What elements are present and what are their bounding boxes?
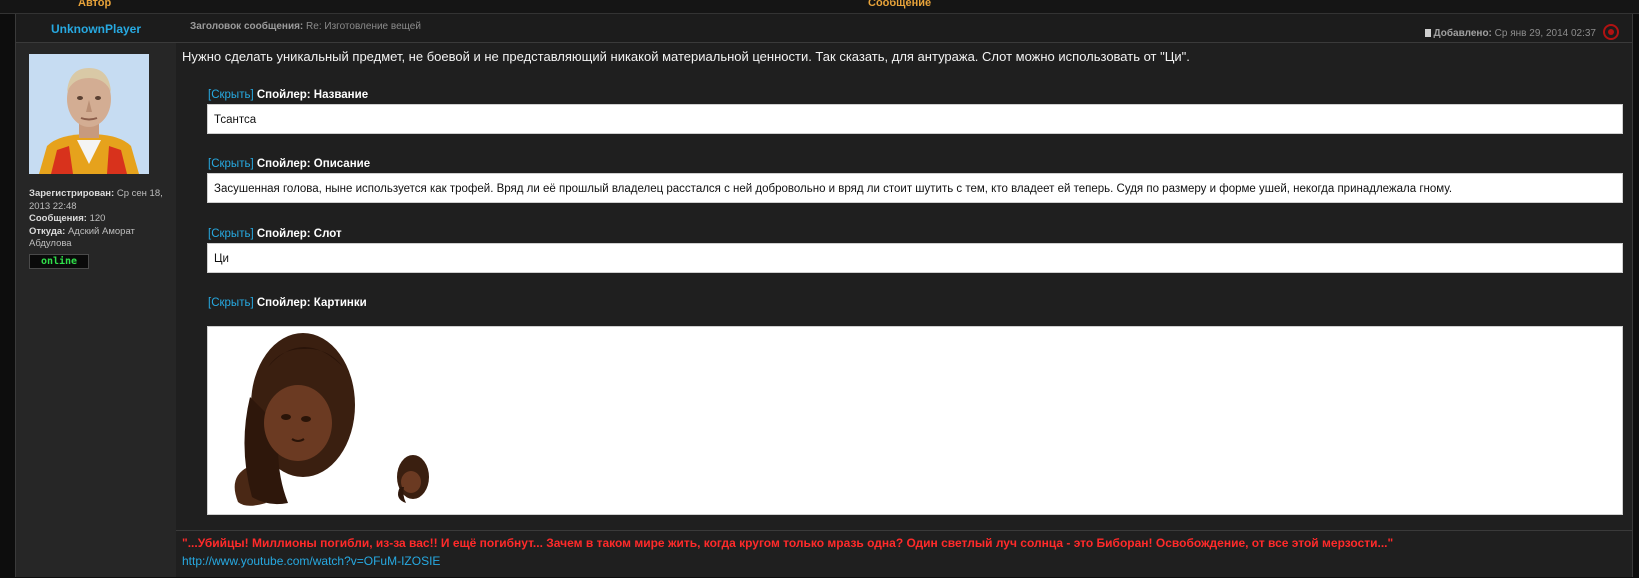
message-header: Заголовок сообщения: Re: Изготовление ве… — [176, 14, 1632, 43]
spoiler-toggle-link[interactable]: [Скрыть] — [208, 89, 254, 101]
spoiler-title: Спойлер: Описание — [256, 158, 371, 170]
posted-label: Добавлено: — [1433, 28, 1492, 39]
online-status-badge: online — [29, 254, 89, 269]
spoiler-title: Спойлер: Слот — [256, 228, 342, 240]
posted-date: Добавлено: Ср янв 29, 2014 02:37 — [1424, 28, 1596, 39]
posted-value: Ср янв 29, 2014 02:37 — [1494, 28, 1596, 39]
signature-link[interactable]: http://www.youtube.com/watch?v=OFuM-IZOS… — [182, 554, 440, 568]
spoiler-title: Спойлер: Название — [256, 89, 369, 101]
message-title-value: Re: Изготовление вещей — [306, 21, 421, 32]
spoiler-toggle-link[interactable]: [Скрыть] — [208, 228, 254, 240]
avatar-portrait — [29, 54, 149, 174]
spoiler-header-name: [Скрыть] Спойлер: Название — [208, 89, 368, 101]
author-panel: UnknownPlayer Зарегистрирован: Ср сен 18… — [15, 14, 177, 577]
author-name-link[interactable]: UnknownPlayer — [16, 22, 176, 36]
spoiler-toggle-link[interactable]: [Скрыть] — [208, 297, 254, 309]
document-icon[interactable] — [1424, 29, 1431, 37]
spoiler-header-pictures: [Скрыть] Спойлер: Картинки — [208, 297, 367, 309]
author-column-header: Автор — [78, 0, 112, 9]
signature: "...Убийцы! Миллионы погибли, из-за вас!… — [176, 530, 1632, 578]
spoiler-header-slot: [Скрыть] Спойлер: Слот — [208, 228, 342, 240]
message-title-label: Заголовок сообщения: — [190, 21, 304, 32]
author-profile-info: Зарегистрирован: Ср сен 18, 2013 22:48 С… — [29, 188, 169, 251]
emblem-icon — [1603, 24, 1619, 40]
registered-label: Зарегистрирован: — [29, 188, 115, 199]
spoiler-title: Спойлер: Картинки — [256, 297, 367, 309]
spoiler-content-name: Тсантса — [207, 104, 1623, 134]
message-title: Заголовок сообщения: Re: Изготовление ве… — [190, 21, 421, 32]
posts-count: 120 — [89, 213, 106, 224]
shrunken-head-large-image — [234, 333, 355, 506]
signature-quote: "...Убийцы! Миллионы погибли, из-за вас!… — [182, 536, 1394, 550]
avatar — [29, 54, 149, 174]
message-column-header: Сообщение — [868, 0, 932, 9]
spoiler-content-description: Засушенная голова, ныне используется как… — [207, 173, 1623, 203]
posts-label: Сообщения: — [29, 213, 87, 224]
from-label: Откуда: — [29, 225, 66, 237]
message-panel: Заголовок сообщения: Re: Изготовление ве… — [176, 14, 1633, 577]
spoiler-header-description: [Скрыть] Спойлер: Описание — [208, 158, 370, 170]
spoiler-content-slot: Ци — [207, 243, 1623, 273]
post-body-text: Нужно сделать уникальный предмет, не бое… — [182, 49, 1190, 64]
spoiler-content-pictures — [207, 326, 1623, 515]
table-header: Автор Сообщение — [0, 0, 1639, 14]
shrunken-head-small-image — [397, 455, 429, 503]
spoiler-toggle-link[interactable]: [Скрыть] — [208, 158, 254, 170]
item-images — [234, 333, 429, 506]
author-name-cell: UnknownPlayer — [16, 14, 176, 43]
